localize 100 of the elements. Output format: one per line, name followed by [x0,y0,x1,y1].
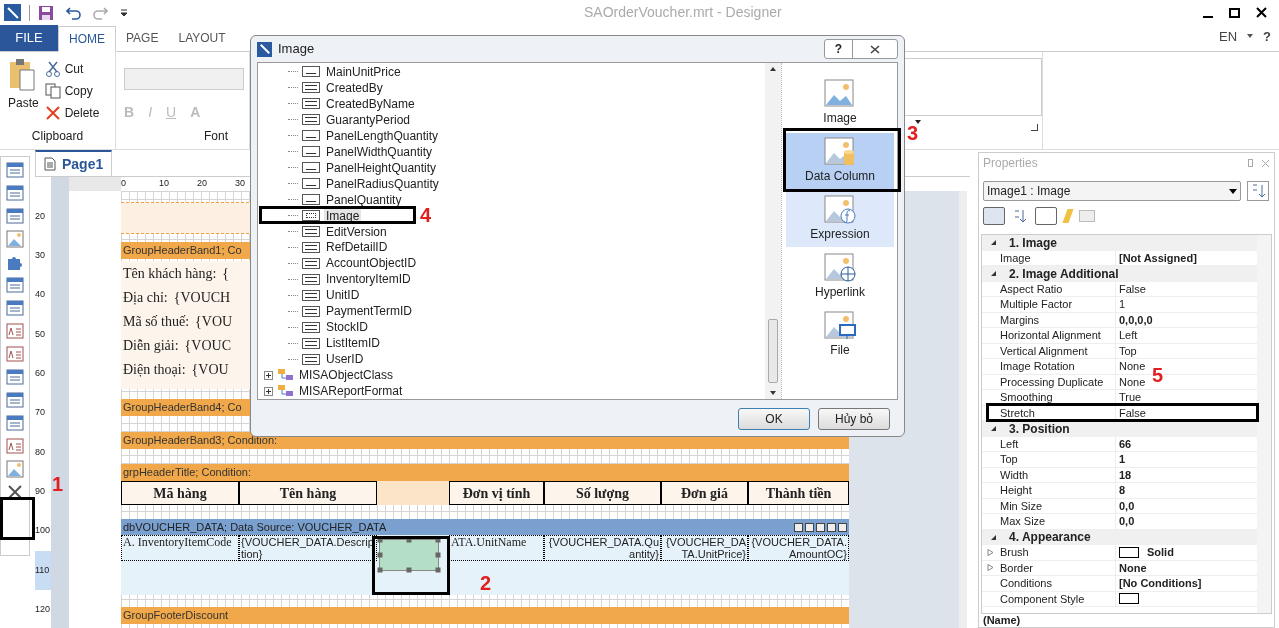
close-icon[interactable] [1256,7,1267,18]
tree-item[interactable]: CreatedBy [324,80,385,95]
minimize-icon[interactable] [1203,15,1213,18]
property-value[interactable]: False [1119,280,1146,297]
paste-button[interactable]: Paste [8,58,39,127]
band-tools-icon[interactable] [794,522,847,532]
property-row[interactable]: Component Style [982,591,1257,607]
property-value[interactable]: True [1119,389,1142,406]
collapse-icon[interactable] [990,425,997,433]
undo-icon[interactable] [66,5,82,20]
tree-item[interactable]: MISAObjectClass [299,368,394,383]
object-selector[interactable]: Image1 : Image [983,181,1241,201]
expand-icon[interactable] [264,370,273,380]
band-header[interactable]: grpHeaderTitle; Condition: [121,464,849,481]
tree-item[interactable]: EditVersion [324,224,389,239]
window-icon[interactable] [6,414,24,432]
tree-item[interactable]: GuarantyPeriod [324,112,413,127]
property-value[interactable]: 18 [1119,466,1132,483]
cut-button[interactable]: Cut [44,60,100,78]
ribbon-tab[interactable]: HOME [58,26,116,52]
tree-item[interactable]: MISAReportFormat [299,384,403,399]
scrollbar[interactable] [1257,235,1271,613]
property-value[interactable]: [Not Assigned] [1119,249,1197,266]
property-value[interactable]: 8 [1119,482,1126,499]
property-value[interactable]: [No Conditions] [1119,575,1202,592]
dialog-button[interactable]: OK [738,408,810,430]
property-value[interactable]: 0,0,0,0 [1119,311,1153,328]
caret-icon[interactable] [1247,34,1254,39]
sort-icon[interactable] [1247,181,1269,201]
restore-icon[interactable] [1229,7,1240,18]
tree-item[interactable]: PanelRadiusQuantity [324,176,441,191]
image-icon[interactable] [6,230,24,248]
list-icon[interactable] [6,299,24,317]
tree-item[interactable]: PanelLengthQuantity [324,128,441,143]
file-tab[interactable]: FILE [0,25,58,51]
panel-icon[interactable] [6,368,24,386]
pin-icon[interactable] [1248,158,1253,167]
table-icon[interactable] [6,184,24,202]
customize-menu-icon[interactable] [120,8,128,17]
collapse-icon[interactable] [990,533,997,541]
ribbon-tab[interactable]: LAYOUT [168,25,236,51]
help-button[interactable]: ? [1263,26,1271,46]
property-value[interactable]: Left [1119,327,1138,344]
tree-item[interactable]: CreatedByName [324,96,417,111]
categorized-icon[interactable] [983,207,1005,225]
scrollbar[interactable] [959,191,967,628]
source-option[interactable]: Hyperlink [786,249,894,305]
tree-item[interactable]: RefDetailID [324,240,390,255]
source-option[interactable]: Image [786,75,894,131]
save-icon[interactable] [38,4,54,21]
ribbon-tab[interactable]: PAGE [116,25,169,51]
tree-item[interactable]: InventoryItemID [324,272,413,287]
text-box-icon[interactable] [6,437,24,455]
image-component[interactable] [379,539,439,571]
tree-item[interactable]: PanelHeightQuantity [324,160,439,175]
language-selector[interactable]: EN [1219,26,1238,46]
property-value[interactable]: 66 [1119,435,1132,452]
tree-item[interactable]: UserID [324,352,366,367]
collapse-icon[interactable] [990,239,997,247]
tree-item[interactable]: PanelWidthQuantity [324,144,435,159]
tree-item[interactable]: PanelQuantity [324,192,404,207]
tree-item[interactable]: StockID [324,320,370,335]
image-icon[interactable] [6,460,24,478]
caret-icon[interactable] [914,120,921,124]
property-list-icon[interactable] [1035,207,1057,225]
property-value[interactable]: None [1119,373,1146,390]
expand-icon[interactable] [264,386,273,396]
scrollbar[interactable] [765,63,781,399]
property-value[interactable]: 1 [1119,296,1126,313]
text-box-icon[interactable] [6,322,24,340]
copy-button[interactable]: Copy [44,82,100,100]
dialog-launcher-icon[interactable] [1031,124,1038,131]
collapse-icon[interactable] [990,270,997,278]
property-value[interactable]: False [1119,404,1146,421]
delete-button[interactable]: Delete [44,104,100,122]
tree-item[interactable]: UnitID [324,288,362,303]
property-value[interactable]: None [1119,358,1146,375]
report-icon[interactable] [6,207,24,225]
blank-header-area [377,481,449,505]
redo-icon[interactable] [92,5,108,20]
sort-icon[interactable] [1013,208,1027,224]
property-value[interactable]: 1 [1119,451,1126,468]
property-value[interactable]: Solid [1147,544,1174,561]
property-value[interactable]: None [1119,559,1147,576]
band-icon[interactable] [6,161,24,179]
tree-item[interactable]: MainUnitPrice [324,64,403,79]
property-value[interactable]: 0,0 [1119,497,1135,514]
property-value[interactable]: 0,0 [1119,513,1135,530]
band-header[interactable]: GroupFooterDiscount [121,607,849,624]
dialog-button[interactable]: Hủy bỏ [818,408,890,430]
tree-item[interactable]: AccountObjectID [324,256,419,271]
tree-item[interactable]: PaymentTermID [324,304,415,319]
source-option[interactable]: Data Column [786,133,894,189]
text-box-icon[interactable] [6,345,24,363]
source-option[interactable]: File [786,307,894,363]
document-icon[interactable] [6,276,24,294]
panel-icon[interactable] [6,391,24,409]
tree-item[interactable]: ListItemID [324,336,382,351]
source-option[interactable]: Expression [786,191,894,247]
property-value[interactable]: Top [1119,342,1137,359]
